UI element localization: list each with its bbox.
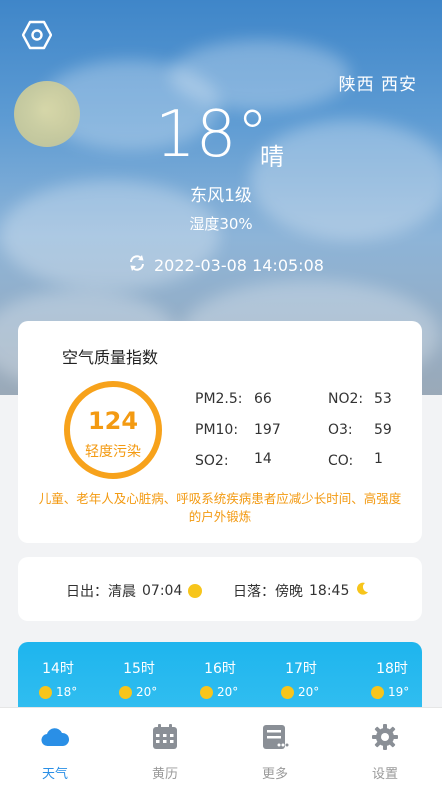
pollutant-value: 14 xyxy=(254,451,272,467)
aqi-title: 空气质量指数 xyxy=(62,348,159,367)
wind-info: 东风1级 xyxy=(190,186,252,206)
hour-label: 18时 xyxy=(376,661,408,677)
sunrise-time: 07:04 xyxy=(142,583,183,599)
hour-temp: 20° xyxy=(281,685,319,699)
pollutant-value: 1 xyxy=(374,451,383,467)
tab-weather[interactable]: 天气 xyxy=(0,708,110,789)
refresh-icon[interactable] xyxy=(128,254,146,276)
hour-label: 15时 xyxy=(123,661,155,677)
sun-icon xyxy=(200,685,213,699)
more-icon xyxy=(260,722,290,752)
aqi-value: 124 xyxy=(87,407,139,435)
pollutant-label: PM2.5: xyxy=(195,391,243,407)
tab-label: 设置 xyxy=(371,767,398,782)
weather-condition: 晴 xyxy=(260,143,284,171)
pollutant-value: 59 xyxy=(374,422,392,438)
cloud-icon xyxy=(40,722,70,752)
hour-label: 16时 xyxy=(204,661,236,677)
location-label[interactable]: 陕西 西安 xyxy=(339,70,417,95)
health-advice: 儿童、老年人及心脏病、呼吸系统疾病患者应减少长时间、高强度的户外锻炼 xyxy=(38,491,402,524)
air-quality-card: 空气质量指数 124 轻度污染 PM2.5: 66 NO2: 53 PM10: … xyxy=(18,321,422,543)
pollutant-value: 53 xyxy=(374,391,392,407)
current-temperature: 18° xyxy=(155,98,269,172)
update-time: 2022-03-08 14:05:08 xyxy=(154,255,324,275)
tab-label: 天气 xyxy=(41,767,68,782)
hour-temp: 19° xyxy=(371,685,409,699)
hexagon-settings-icon[interactable] xyxy=(21,20,53,50)
hour-temp-value: 20° xyxy=(136,685,158,699)
pollutant-label: SO2: xyxy=(195,453,229,469)
pollutant-value: 197 xyxy=(254,422,281,438)
sunrise-sunset-card: 日出：清晨 07:04 日落：傍晚 18:45 xyxy=(18,557,422,621)
sunset-row: 日落：傍晚 18:45 xyxy=(233,581,369,601)
sun-icon xyxy=(371,685,384,699)
hour-temp: 18° xyxy=(39,685,77,699)
tab-more[interactable]: 更多 xyxy=(220,708,330,789)
hour-label: 17时 xyxy=(285,661,317,677)
sunrise-label: 日出：清晨 xyxy=(66,584,136,600)
pollutant-label: NO2: xyxy=(328,391,364,407)
tab-almanac[interactable]: 黄历 xyxy=(110,708,220,789)
hour-temp: 20° xyxy=(119,685,157,699)
pollutant-label: O3: xyxy=(328,422,353,438)
bottom-tab-bar: 天气 黄历 更多 设置 xyxy=(0,707,442,789)
hour-temp-value: 19° xyxy=(388,685,410,699)
humidity-info: 湿度30% xyxy=(189,215,253,233)
sunset-label: 日落：傍晚 xyxy=(233,584,303,600)
hour-temp-value: 18° xyxy=(56,685,78,699)
aqi-level: 轻度污染 xyxy=(85,444,141,460)
sun-icon xyxy=(119,685,132,699)
gear-icon xyxy=(370,722,400,752)
sun-icon xyxy=(39,685,52,699)
sun-graphic xyxy=(14,81,80,147)
hour-temp-value: 20° xyxy=(217,685,239,699)
sunset-time: 18:45 xyxy=(309,583,350,599)
tab-label: 黄历 xyxy=(151,767,178,782)
moon-icon xyxy=(355,582,369,600)
sunrise-row: 日出：清晨 07:04 xyxy=(66,581,203,601)
hour-temp-value: 20° xyxy=(298,685,320,699)
hour-label: 14时 xyxy=(42,661,74,677)
pollutant-label: PM10: xyxy=(195,422,239,438)
calendar-icon xyxy=(150,722,180,752)
aqi-ring: 124 轻度污染 xyxy=(64,381,162,479)
hour-temp: 20° xyxy=(200,685,238,699)
pollutant-value: 66 xyxy=(254,391,272,407)
refresh-row[interactable]: 2022-03-08 14:05:08 xyxy=(128,254,324,276)
pollutant-label: CO: xyxy=(328,453,354,469)
tab-settings[interactable]: 设置 xyxy=(330,708,440,789)
sun-icon xyxy=(281,685,294,699)
tab-label: 更多 xyxy=(261,767,288,782)
sun-icon xyxy=(188,584,203,598)
